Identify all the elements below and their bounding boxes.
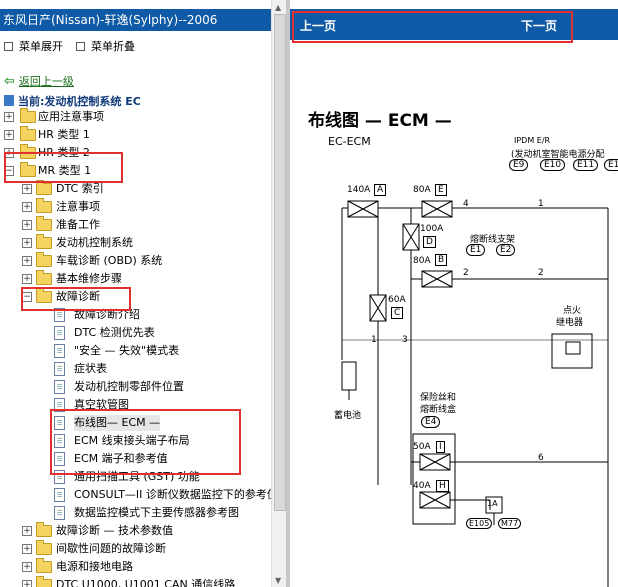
folder-icon	[36, 576, 52, 587]
fuse-id: I	[436, 441, 445, 453]
document-icon	[54, 380, 65, 394]
expand-toggle-icon[interactable]: +	[22, 220, 32, 230]
collapse-icon	[76, 41, 85, 51]
connector-tag: E4	[421, 416, 441, 428]
highlight-box	[292, 11, 573, 43]
collapse-all-button[interactable]: 菜单折叠	[76, 38, 135, 54]
fuse-rating: 40A	[413, 481, 431, 491]
wire-number: 3	[402, 335, 408, 345]
fuse-rating: 80A	[413, 185, 431, 195]
expand-toggle-icon[interactable]: +	[22, 562, 32, 572]
fuse-id: D	[423, 236, 436, 248]
expand-toggle-icon[interactable]: +	[4, 130, 14, 140]
expand-toggle-icon[interactable]: +	[22, 274, 32, 284]
app-title: 东风日产(Nissan)-轩逸(Sylphy)--2006	[3, 13, 218, 27]
expand-toggle-icon[interactable]: +	[4, 112, 14, 122]
current-section: 当前:发动机控制系统 EC	[4, 93, 141, 109]
fuse-rating: 60A	[388, 295, 406, 305]
wire-number: 4	[463, 199, 469, 209]
fuse-rating: 140A	[347, 185, 371, 195]
content-panel: 上一页 下一页 布线图 — ECM — EC-ECM IPDM E/R (发动机…	[290, 0, 618, 587]
fuse-box-label: 熔断线盒	[420, 405, 457, 415]
fuse-id: C	[391, 307, 404, 319]
expand-toggle-icon[interactable]: +	[22, 580, 32, 587]
wire-number: 2	[463, 268, 469, 278]
document-icon	[54, 362, 65, 376]
wire-number: 6	[538, 453, 544, 463]
connector-tag: E11	[573, 159, 599, 171]
folder-icon	[36, 540, 52, 555]
app-title-bar: 东风日产(Nissan)-轩逸(Sylphy)--2006	[0, 9, 271, 31]
expand-icon	[4, 41, 13, 51]
book-icon	[4, 95, 14, 106]
document-icon	[54, 506, 65, 520]
highlight-box	[4, 152, 123, 183]
expand-toggle-icon[interactable]: +	[22, 544, 32, 554]
scrollbar-thumb[interactable]	[274, 14, 286, 511]
small-fuse-label: 1A	[487, 499, 498, 508]
back-link[interactable]: ⇦ 返回上一级	[4, 73, 74, 89]
connector-tag: E9	[509, 159, 529, 171]
connector-tag: E2	[496, 244, 516, 256]
document-icon	[54, 344, 65, 358]
wire-number: 1	[371, 335, 377, 345]
folder-icon	[36, 180, 52, 195]
fuse-id: A	[374, 184, 387, 196]
relay-label: 继电器	[556, 318, 584, 328]
folder-icon	[36, 558, 52, 573]
highlight-box	[21, 287, 131, 311]
wiring-diagram: 布线图 — ECM — EC-ECM IPDM E/R (发动机室智能电源分配 …	[290, 40, 618, 587]
back-arrow-icon: ⇦	[4, 74, 15, 89]
highlight-box	[50, 409, 241, 475]
navigation-tree-panel: 东风日产(Nissan)-轩逸(Sylphy)--2006 菜单展开 菜单折叠 …	[0, 0, 271, 587]
diagram-code: EC-ECM	[328, 135, 371, 148]
connector-tag: E10	[540, 159, 566, 171]
folder-icon	[36, 522, 52, 537]
fuse-rating: 100A	[420, 224, 444, 234]
folder-icon	[36, 216, 52, 231]
folder-icon	[36, 234, 52, 249]
folder-icon	[36, 198, 52, 213]
fuse-rating: 80A	[413, 256, 431, 266]
fuse-id: B	[435, 254, 448, 266]
scroll-down-icon[interactable]: ▼	[275, 576, 281, 585]
expand-toggle-icon[interactable]: +	[22, 238, 32, 248]
expand-toggle-icon[interactable]: +	[22, 256, 32, 266]
expand-toggle-icon[interactable]: +	[22, 526, 32, 536]
connector-tag: E1	[466, 244, 486, 256]
fuse-rating: 50A	[413, 442, 431, 452]
expand-toggle-icon[interactable]: +	[22, 184, 32, 194]
battery-label: 蓄电池	[334, 411, 362, 421]
expand-all-button[interactable]: 菜单展开	[4, 38, 63, 54]
diagram-title: 布线图 — ECM —	[308, 111, 452, 131]
connector-tag: E1	[604, 159, 618, 171]
document-icon	[54, 488, 65, 502]
folder-icon	[36, 252, 52, 267]
expand-toggle-icon[interactable]: +	[22, 202, 32, 212]
connector-tag: E105	[466, 518, 493, 529]
connector-tag: M77	[498, 518, 522, 529]
ipdm-label: IPDM E/R	[514, 136, 551, 145]
scroll-up-icon[interactable]: ▲	[275, 3, 281, 12]
folder-icon	[20, 126, 36, 141]
document-icon	[54, 326, 65, 340]
wire-number: 1	[538, 199, 544, 209]
folder-icon	[36, 270, 52, 285]
fuse-id: H	[436, 480, 449, 492]
folder-icon	[20, 108, 36, 123]
tree-scrollbar[interactable]: ▲ ▼	[271, 0, 287, 587]
wire-number: 2	[538, 268, 544, 278]
fuse-id: E	[435, 184, 447, 196]
